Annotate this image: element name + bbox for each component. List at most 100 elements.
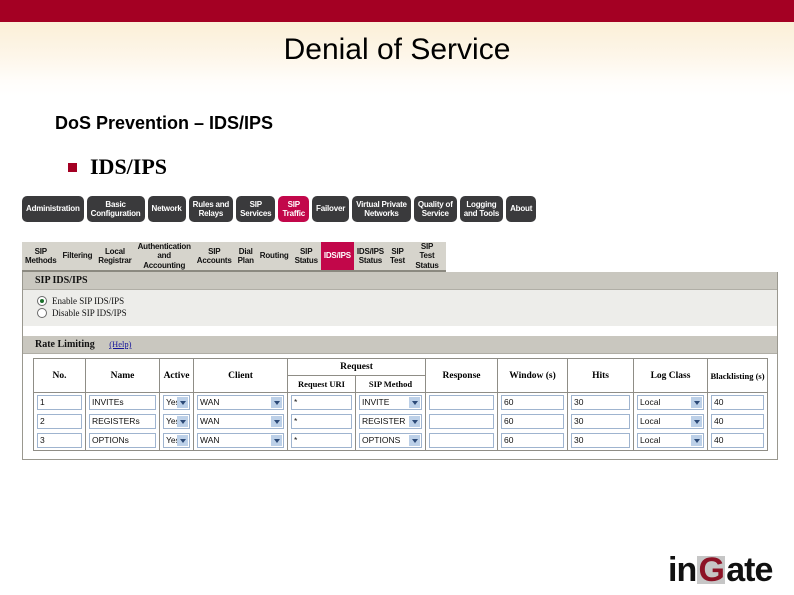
nav-button-1[interactable]: Basic Configuration [86,196,145,222]
nav-button-4[interactable]: SIP Services [236,196,276,222]
nav-button-3[interactable]: Rules and Relays [188,196,234,222]
help-link[interactable]: (Help) [109,339,131,349]
sub-tab-10[interactable]: SIP Test [387,242,408,270]
active-select[interactable]: Yes [163,433,190,448]
logo-letter-g: G [696,551,726,590]
client-cell: WAN [193,431,288,451]
table-body: 1 INVITEs Yes WAN * INVITE 60 30 Local 40 2 REGISTE… [33,392,769,451]
blacklisting-cell: 40 [707,412,769,431]
sub-tab-4[interactable]: SIP Accounts [194,242,235,270]
embedded-app-screenshot: Administration Basic Configuration Network… [22,196,782,468]
name-input[interactable]: OPTIONs [89,433,156,448]
blacklisting-input[interactable]: 40 [711,433,765,448]
window-input[interactable]: 60 [501,414,565,429]
response-input[interactable] [429,433,495,448]
col-header-active: Active [159,358,194,393]
sub-tab-6[interactable]: Routing [257,242,292,270]
nav-button-2[interactable]: Network [147,196,186,222]
client-select[interactable]: WAN [197,433,284,448]
window-input[interactable]: 60 [501,395,565,410]
bullet-list-item: IDS/IPS [68,154,167,180]
sub-tab-9[interactable]: IDS/IPS Status [354,242,387,270]
no-input[interactable]: 3 [37,433,82,448]
no-input[interactable]: 2 [37,414,82,429]
no-cell: 1 [33,392,86,412]
radio-button-icon[interactable] [37,296,47,306]
table-row: 1 INVITEs Yes WAN * INVITE 60 30 Local 40 [33,392,769,412]
active-select[interactable]: Yes [163,414,190,429]
square-bullet-icon [68,162,77,172]
log-class-select[interactable]: Local [637,414,705,429]
sip-method-select[interactable]: OPTIONS [359,433,423,448]
sub-navigation-bar: SIP Methods Filtering Local Registrar Authe… [22,242,446,272]
request-uri-input[interactable]: * [291,395,352,410]
sub-tab-3[interactable]: Authentication and Accounting [135,242,194,270]
hits-input[interactable]: 30 [571,395,631,410]
sip-ids-section-heading: SIP IDS/IPS [23,272,777,290]
sip-method-select[interactable]: INVITE [359,395,423,410]
radio-option-label: Enable SIP IDS/IPS [52,296,125,306]
sip-method-select[interactable]: REGISTER [359,414,423,429]
col-header-hits: Hits [567,358,635,393]
chevron-down-icon [274,439,280,443]
nav-button-10[interactable]: About [506,196,537,222]
sub-tab-0[interactable]: SIP Methods [22,242,60,270]
log-class-select[interactable]: Local [637,433,705,448]
ingate-logo: in Gate [668,551,773,590]
nav-button-7[interactable]: Virtual Private Networks [352,196,411,222]
name-input[interactable]: REGISTERs [89,414,156,429]
window-cell: 60 [497,431,569,451]
active-select[interactable]: Yes [163,395,190,410]
hits-cell: 30 [567,412,635,431]
nav-button-8[interactable]: Quality of Service [413,196,457,222]
logo-g-glyph: G [698,551,724,589]
radio-option-0[interactable]: Enable SIP IDS/IPS [37,296,777,306]
sip-method-cell: OPTIONS [354,431,427,451]
log-class-select[interactable]: Local [637,395,705,410]
sub-tab-2[interactable]: Local Registrar [95,242,134,270]
sip-method-cell: INVITE [354,392,427,412]
response-input[interactable] [429,395,495,410]
no-input[interactable]: 1 [37,395,82,410]
request-uri-input[interactable]: * [291,414,352,429]
hits-input[interactable]: 30 [571,414,631,429]
table-row: 2 REGISTERs Yes WAN * REGISTER 60 30 Local 40 [33,412,769,431]
no-cell: 3 [33,431,86,451]
blacklisting-input[interactable]: 40 [711,395,765,410]
response-input[interactable] [429,414,495,429]
nav-button-0[interactable]: Administration [22,196,84,222]
client-select[interactable]: WAN [197,414,284,429]
page-title: Denial of Service [283,33,511,66]
radio-option-label: Disable SIP IDS/IPS [52,308,127,318]
table-row: 3 OPTIONs Yes WAN * OPTIONS 60 30 Local 40 [33,431,769,451]
radio-option-1[interactable]: Disable SIP IDS/IPS [37,308,777,318]
chevron-down-icon [694,439,701,443]
active-cell: Yes [159,392,194,412]
blacklisting-input[interactable]: 40 [711,414,765,429]
name-cell: OPTIONs [85,431,160,451]
request-uri-cell: * [287,412,356,431]
request-uri-input[interactable]: * [291,433,352,448]
window-cell: 60 [497,412,569,431]
log-class-cell: Local [633,392,709,412]
col-header-blacklisting: Blacklisting (s) [707,358,769,393]
sub-tab-5[interactable]: Dial Plan [235,242,257,270]
client-select[interactable]: WAN [197,395,284,410]
window-input[interactable]: 60 [501,433,565,448]
nav-button-5[interactable]: SIP Traffic [278,196,310,222]
name-input[interactable]: INVITEs [89,395,156,410]
sub-tab-7[interactable]: SIP Status [292,242,321,270]
sub-tab-8[interactable]: IDS/IPS [320,242,354,270]
nav-button-6[interactable]: Failover [312,196,350,222]
sub-tab-11[interactable]: SIP Test Status [408,242,446,270]
col-header-log-class: Log Class [633,358,709,393]
slide-top-banner [0,0,794,22]
nav-button-9[interactable]: Logging and Tools [459,196,504,222]
sub-tab-1[interactable]: Filtering [60,242,96,270]
hits-input[interactable]: 30 [571,433,631,448]
radio-button-icon[interactable] [37,308,47,318]
blacklisting-cell: 40 [707,431,769,451]
col-header-client: Client [193,358,288,393]
logo-text-pre: in [668,551,697,589]
main-navigation-bar: Administration Basic Configuration Network… [22,196,782,234]
